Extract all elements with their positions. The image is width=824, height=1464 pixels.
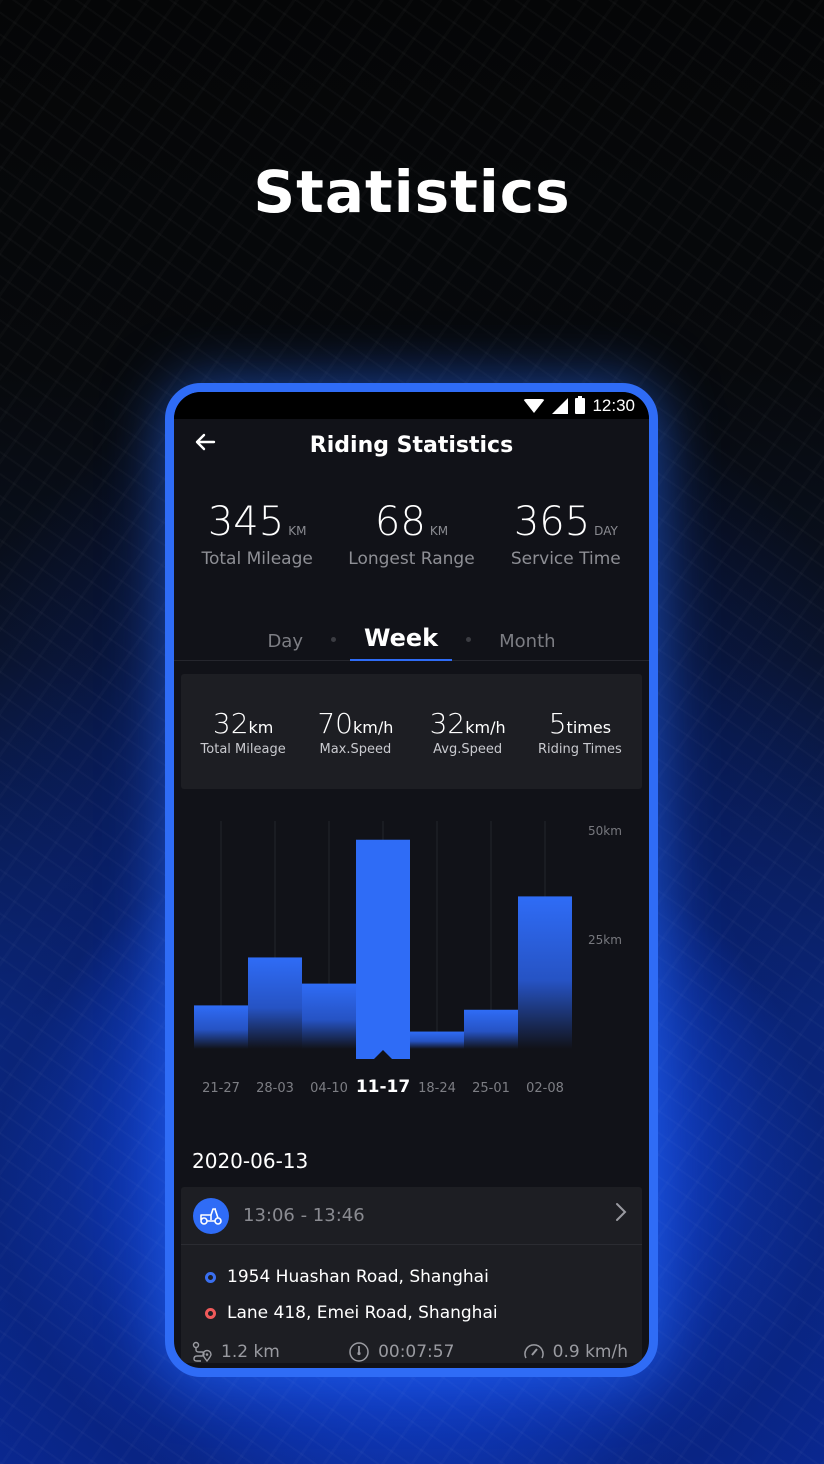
stat-unit: times — [566, 717, 612, 737]
tab-separator — [466, 637, 472, 642]
stat-value: 32 — [212, 706, 249, 740]
period-stats-card: 32km Total Mileage 70km/h Max.Speed 32km… — [181, 674, 642, 789]
summary-label: Service Time — [510, 549, 621, 569]
summary-stats: 345 KM Total Mileage 68 KM Longest Range 3… — [174, 471, 649, 591]
tab-week[interactable]: Week — [349, 624, 453, 661]
x-tick-label[interactable]: 18-24 — [418, 1081, 456, 1096]
stat-label: Total Mileage — [200, 741, 286, 757]
bar-04-10[interactable] — [302, 983, 356, 1049]
bar-28-03[interactable] — [248, 957, 302, 1049]
period-avg-speed: 32km/h Avg.Speed — [412, 707, 524, 757]
timer-icon — [349, 1342, 369, 1362]
chart-svg: 50km 25km 21-27 28-03 04-10 11-17 18-24 25-01 02… — [194, 821, 622, 1097]
wifi-icon — [523, 398, 546, 413]
summary-unit: KM — [429, 524, 449, 538]
period-max-speed: 70km/h Max.Speed — [299, 707, 411, 757]
trip-end-address: Lane 418, Emei Road, Shanghai — [181, 1295, 642, 1331]
end-address-text: Lane 418, Emei Road, Shanghai — [227, 1303, 498, 1323]
bar-25-01[interactable] — [464, 1009, 518, 1049]
trip-card[interactable]: 13:06 - 13:46 1954 Huashan Road, Shangha… — [181, 1187, 642, 1363]
scooter-icon — [193, 1197, 229, 1234]
end-dot-icon — [205, 1307, 216, 1319]
trip-time-range: 13:06 - 13:46 — [243, 1205, 365, 1226]
bar-02-08[interactable] — [518, 896, 572, 1049]
stat-value: 70 — [317, 706, 353, 740]
weekly-mileage-chart: 50km 25km 21-27 28-03 04-10 11-17 18-24 25-01 02… — [174, 799, 649, 1139]
trip-header[interactable]: 13:06 - 13:46 — [181, 1187, 642, 1245]
summary-service-time: 365 DAY Service Time — [489, 499, 643, 591]
start-address-text: 1954 Huashan Road, Shanghai — [227, 1267, 489, 1287]
summary-value: 68 — [374, 499, 426, 545]
bar-11-17[interactable] — [356, 839, 410, 1059]
bar-18-24[interactable] — [410, 1031, 464, 1049]
summary-unit: KM — [288, 524, 307, 538]
period-tabs: Day Week Month — [174, 591, 649, 661]
stat-unit: km/h — [465, 717, 506, 737]
arrow-left-icon — [195, 433, 216, 451]
x-tick-label[interactable]: 04-10 — [310, 1081, 348, 1096]
tab-day[interactable]: Day — [253, 631, 317, 652]
stat-value: 5 — [548, 706, 567, 740]
stat-unit: km — [248, 717, 274, 737]
summary-longest-range: 68 KM Longest Range — [334, 499, 488, 591]
x-tick-label[interactable]: 11-17 — [356, 1077, 410, 1097]
summary-value: 345 — [207, 499, 285, 545]
summary-label: Total Mileage — [201, 549, 313, 569]
trip-duration: 00:07:57 — [348, 1341, 454, 1363]
bar-21-27[interactable] — [194, 1005, 248, 1049]
phone-frame: 12:30 Riding Statistics 345 KM Total Mile… — [165, 383, 658, 1377]
y-tick-label: 50km — [588, 824, 622, 838]
tab-month[interactable]: Month — [485, 631, 569, 652]
period-total-mileage: 32km Total Mileage — [187, 707, 299, 757]
stat-label: Avg.Speed — [433, 741, 503, 757]
period-riding-times: 5times Riding Times — [524, 707, 636, 757]
stat-label: Max.Speed — [319, 741, 392, 757]
x-tick-label[interactable]: 28-03 — [256, 1081, 294, 1096]
back-button[interactable] — [192, 429, 222, 459]
app-header: Riding Statistics — [174, 419, 649, 471]
trip-speed: 0.9 km/h — [523, 1341, 628, 1363]
trip-meta: 1.2 km 00:07:57 0.9 km/h — [181, 1331, 642, 1363]
x-tick-label[interactable]: 02-08 — [526, 1081, 564, 1096]
chevron-right-icon[interactable] — [614, 1201, 628, 1229]
speed-value: 0.9 km/h — [552, 1342, 628, 1362]
summary-value: 365 — [513, 499, 591, 545]
stat-label: Riding Times — [538, 741, 622, 757]
x-tick-label[interactable]: 25-01 — [472, 1081, 510, 1096]
stat-unit: km/h — [353, 717, 394, 737]
battery-icon — [575, 395, 586, 414]
page-title: Riding Statistics — [309, 432, 514, 458]
date-header: 2020-06-13 — [192, 1149, 309, 1173]
status-bar: 12:30 — [174, 392, 649, 419]
trip-distance: 1.2 km — [191, 1341, 280, 1363]
tab-separator — [330, 637, 336, 642]
x-tick-label[interactable]: 21-27 — [202, 1081, 240, 1096]
route-icon — [192, 1341, 212, 1363]
hero-title: Statistics — [253, 158, 571, 226]
y-tick-label: 25km — [588, 933, 622, 947]
stat-value: 32 — [429, 706, 466, 740]
speedometer-icon — [523, 1344, 544, 1359]
summary-label: Longest Range — [348, 549, 475, 569]
status-time: 12:30 — [592, 395, 635, 415]
trip-start-address: 1954 Huashan Road, Shanghai — [181, 1259, 642, 1295]
summary-unit: DAY — [594, 524, 618, 538]
summary-total-mileage: 345 KM Total Mileage — [180, 499, 334, 591]
distance-value: 1.2 km — [221, 1342, 280, 1362]
signal-icon — [552, 397, 569, 414]
duration-value: 00:07:57 — [378, 1342, 455, 1362]
start-dot-icon — [205, 1271, 216, 1283]
